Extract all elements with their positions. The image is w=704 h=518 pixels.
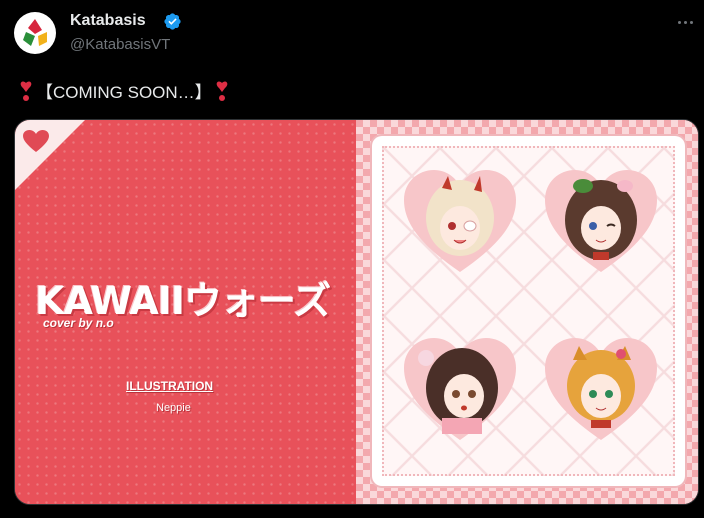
cover-right-panel	[356, 120, 698, 504]
cover-left-panel: KAWAIIウォーズ cover by n.o ILLUSTRATION Nep…	[15, 120, 356, 504]
handle[interactable]: @KatabasisVT	[70, 36, 170, 53]
portrait-frame	[376, 140, 681, 482]
heart-icon	[23, 130, 49, 152]
verified-badge-icon	[164, 13, 181, 30]
tweet: Katabasis @KatabasisVT 【COMING SOON…】 KA…	[0, 0, 704, 518]
tweet-text-content: 【COMING SOON…】	[36, 83, 212, 102]
katabasis-logo-icon	[23, 19, 47, 46]
more-options-icon[interactable]	[672, 12, 698, 32]
illustrator-name: Neppie	[156, 402, 191, 414]
heart-portrait-3	[404, 338, 516, 440]
media-image[interactable]: KAWAIIウォーズ cover by n.o ILLUSTRATION Nep…	[14, 119, 699, 505]
avatar[interactable]	[14, 12, 56, 54]
heavy-heart-exclamation-icon	[216, 80, 228, 102]
illustration-label: ILLUSTRATION	[126, 379, 214, 393]
display-name[interactable]: Katabasis	[70, 12, 146, 30]
heavy-heart-exclamation-icon	[20, 80, 32, 102]
heart-portrait-1	[404, 170, 516, 272]
heart-portrait-2	[545, 170, 657, 272]
heart-portrait-4	[545, 338, 657, 440]
tweet-text: 【COMING SOON…】	[16, 78, 232, 103]
cover-credit: cover by n.o	[43, 316, 114, 330]
